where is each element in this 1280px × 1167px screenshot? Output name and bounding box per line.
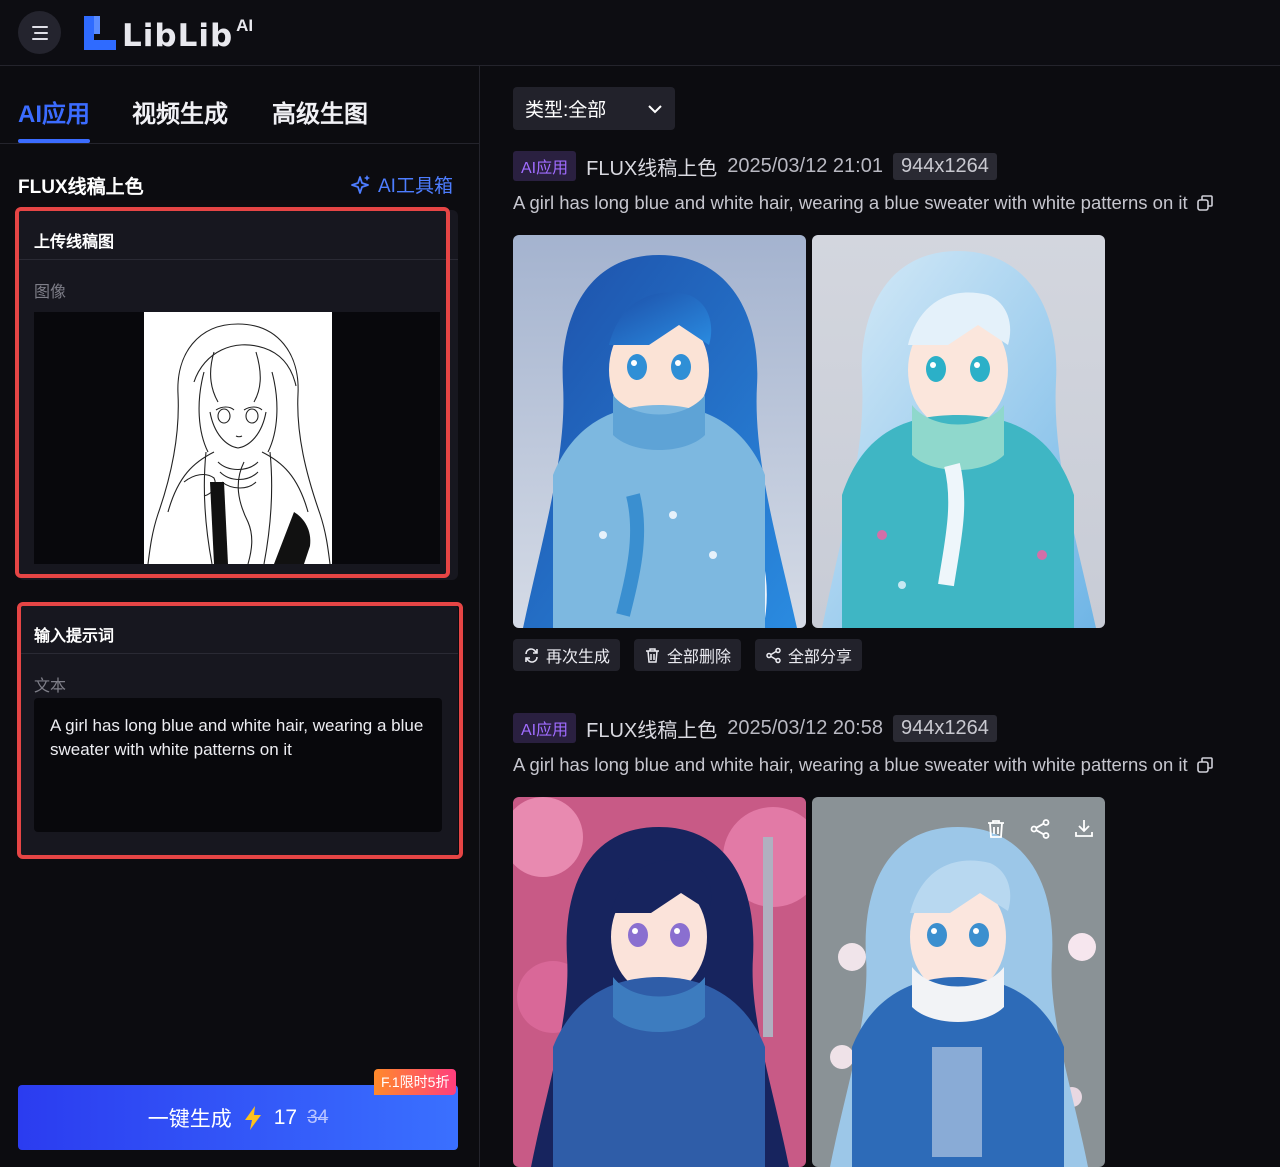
- tab-advanced-image[interactable]: 高级生图: [272, 94, 368, 129]
- record-prompt: A girl has long blue and white hair, wea…: [513, 192, 1214, 214]
- result-image[interactable]: [513, 797, 806, 1167]
- result-image[interactable]: [812, 235, 1105, 628]
- lightning-icon: [244, 1105, 261, 1130]
- share-all-label: 全部分享: [788, 649, 853, 666]
- download-icon[interactable]: [1073, 818, 1095, 840]
- tab-bar: AI应用 视频生成 高级生图: [0, 66, 479, 144]
- trash-icon[interactable]: [985, 818, 1007, 840]
- menu-button[interactable]: [18, 11, 61, 54]
- prompt-card-title: 输入提示词: [18, 604, 458, 654]
- generate-cost: 17: [273, 1105, 298, 1129]
- record-dimensions: 944x1264: [892, 714, 997, 742]
- share-icon[interactable]: [1029, 818, 1051, 840]
- prompt-textarea[interactable]: A girl has long blue and white hair, wea…: [34, 698, 442, 832]
- type-filter-label: 类型:全部: [525, 100, 607, 121]
- logo[interactable]: LibLib AI: [82, 12, 253, 52]
- generate-old-cost: 34: [307, 1106, 329, 1128]
- record-time: 2025/03/12 20:58: [727, 716, 883, 739]
- logo-mark-icon: [82, 14, 118, 52]
- active-tab-indicator: [18, 139, 90, 143]
- generate-label: 一键生成: [147, 1107, 232, 1131]
- share-all-button[interactable]: 全部分享: [755, 639, 863, 671]
- tab-ai-apps[interactable]: AI应用: [18, 94, 90, 129]
- logo-superscript: AI: [236, 16, 254, 35]
- prompt-card-subtitle: 文本: [34, 678, 67, 695]
- copy-icon[interactable]: [1196, 756, 1214, 774]
- sparkle-icon: [351, 174, 370, 194]
- results-panel: 类型:全部 AI应用 FLUX线稿上色 2025/03/12 21:01 944…: [481, 66, 1280, 1167]
- left-panel: AI应用 视频生成 高级生图 FLUX线稿上色 AI工具箱 上传线稿图 图像 输…: [0, 66, 480, 1167]
- upload-card-subtitle: 图像: [34, 284, 67, 301]
- app-title: FLUX线稿上色: [18, 177, 144, 198]
- record-name: FLUX线稿上色: [586, 719, 718, 742]
- record-tag: AI应用: [513, 713, 577, 743]
- upload-image-area[interactable]: [34, 312, 440, 564]
- record-meta: AI应用 FLUX线稿上色 2025/03/12 21:01 944x1264: [513, 151, 997, 181]
- regenerate-label: 再次生成: [546, 649, 611, 666]
- delete-all-label: 全部删除: [667, 649, 732, 666]
- ai-toolbox-link[interactable]: AI工具箱: [350, 171, 453, 198]
- record-time: 2025/03/12 21:01: [727, 154, 883, 177]
- record-prompt: A girl has long blue and white hair, wea…: [513, 754, 1214, 776]
- record-tag: AI应用: [513, 151, 577, 181]
- menu-icon: [31, 25, 48, 40]
- refresh-icon: [525, 647, 538, 663]
- record-meta: AI应用 FLUX线稿上色 2025/03/12 20:58 944x1264: [513, 713, 997, 743]
- type-filter-select[interactable]: 类型:全部: [513, 87, 675, 130]
- ai-toolbox-label: AI工具箱: [378, 176, 453, 197]
- delete-all-button[interactable]: 全部删除: [634, 639, 742, 671]
- record-dimensions: 944x1264: [892, 152, 997, 180]
- copy-icon[interactable]: [1196, 194, 1214, 212]
- record-prompt-text: A girl has long blue and white hair, wea…: [513, 192, 1188, 213]
- image-hover-actions: [985, 818, 1095, 840]
- result-image[interactable]: [812, 797, 1105, 1167]
- share-icon: [766, 647, 781, 663]
- tab-video-generation[interactable]: 视频生成: [132, 94, 228, 129]
- top-bar: LibLib AI: [0, 0, 1280, 66]
- regenerate-button[interactable]: 再次生成: [513, 639, 621, 671]
- upload-card-title: 上传线稿图: [18, 210, 458, 260]
- trash-icon: [646, 647, 659, 663]
- chevron-down-icon: [648, 104, 662, 113]
- record-name: FLUX线稿上色: [586, 157, 718, 180]
- logo-text: LibLib: [122, 18, 234, 54]
- promo-badge: F.1限时5折: [374, 1069, 457, 1095]
- result-image[interactable]: [513, 235, 806, 628]
- record-prompt-text: A girl has long blue and white hair, wea…: [513, 754, 1188, 775]
- lineart-image: [144, 312, 332, 564]
